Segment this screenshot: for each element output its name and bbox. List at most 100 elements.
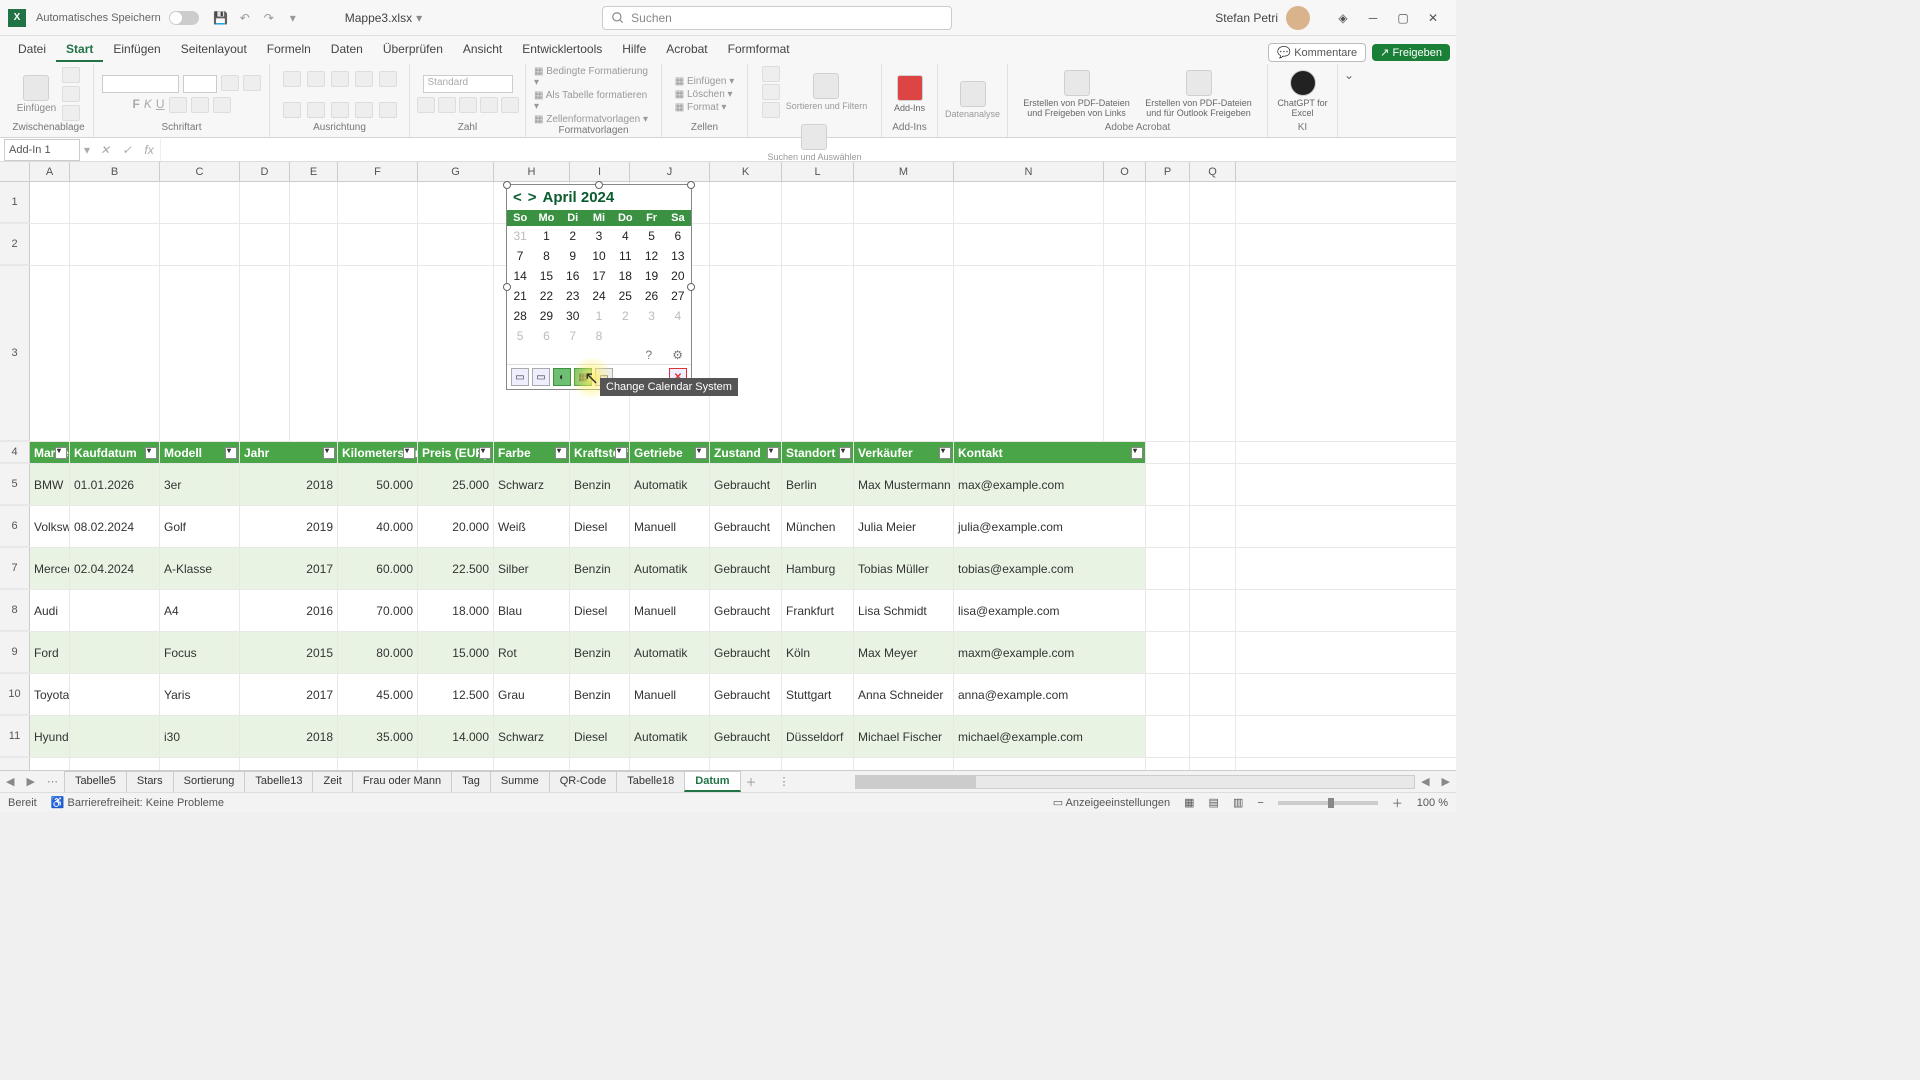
calendar-day[interactable]: 19 (638, 266, 664, 286)
delete-cells-button[interactable]: ▦ Löschen ▾ (675, 89, 733, 100)
table-cell[interactable]: Gebraucht (710, 506, 782, 547)
row-header[interactable]: 12 (0, 758, 30, 770)
search-input[interactable]: Suchen (602, 6, 952, 30)
table-cell[interactable]: Hyundai (30, 716, 70, 757)
cell[interactable] (1146, 506, 1190, 547)
table-cell[interactable]: Ford (30, 632, 70, 673)
calendar-day[interactable]: 12 (638, 246, 664, 266)
table-cell[interactable]: 2017 (240, 674, 338, 715)
table-cell[interactable]: Julia Meier (854, 506, 954, 547)
table-cell[interactable]: Golf (160, 506, 240, 547)
table-header-cell[interactable]: Kontakt (954, 442, 1146, 463)
cell[interactable] (418, 224, 494, 265)
filter-dropdown-icon[interactable] (145, 447, 157, 459)
table-cell[interactable]: Hamburg (782, 548, 854, 589)
calendar-settings-icon[interactable]: ⚙ (672, 348, 683, 362)
wrap-text-icon[interactable] (379, 71, 397, 87)
table-cell[interactable]: München (782, 506, 854, 547)
cell[interactable] (70, 224, 160, 265)
table-cell[interactable]: Stuttgart (782, 674, 854, 715)
table-cell[interactable]: 3er (160, 464, 240, 505)
table-cell[interactable]: 14.000 (418, 716, 494, 757)
table-cell[interactable]: Gebraucht (710, 716, 782, 757)
calendar-day[interactable]: 13 (665, 246, 691, 266)
cell[interactable] (338, 266, 418, 441)
table-cell[interactable]: Silber (494, 548, 570, 589)
tab-acrobat[interactable]: Acrobat (656, 38, 717, 62)
create-pdf-link-icon[interactable] (1064, 70, 1090, 96)
table-cell[interactable]: BMW (30, 464, 70, 505)
cell[interactable] (1190, 632, 1236, 673)
table-cell[interactable]: Blau (494, 590, 570, 631)
calendar-day[interactable]: 1 (586, 306, 612, 326)
horizontal-scrollbar[interactable] (855, 775, 1415, 789)
sheet-tab[interactable]: Sortierung (173, 771, 246, 792)
cell[interactable] (30, 182, 70, 223)
align-top-icon[interactable] (283, 71, 301, 87)
table-cell[interactable]: 9.500 (418, 758, 494, 770)
table-header-cell[interactable]: Verkäufer (854, 442, 954, 463)
filter-dropdown-icon[interactable] (479, 447, 491, 459)
filter-dropdown-icon[interactable] (1131, 447, 1143, 459)
calendar-day[interactable]: 31 (507, 226, 533, 246)
row-header[interactable]: 11 (0, 716, 30, 757)
tab-daten[interactable]: Daten (321, 38, 373, 62)
table-cell[interactable]: Diesel (570, 506, 630, 547)
table-cell[interactable]: Diesel (570, 590, 630, 631)
table-cell[interactable]: 25.000 (418, 464, 494, 505)
column-header[interactable]: Q (1190, 162, 1236, 181)
chatgpt-icon[interactable] (1290, 70, 1316, 96)
column-header[interactable]: P (1146, 162, 1190, 181)
table-cell[interactable] (70, 590, 160, 631)
tab-einfügen[interactable]: Einfügen (103, 38, 170, 62)
cell[interactable] (954, 266, 1104, 441)
calendar-day[interactable]: 2 (560, 226, 586, 246)
cell-styles-button[interactable]: ▦ Zellenformatvorlagen ▾ (534, 114, 648, 125)
table-cell[interactable] (70, 716, 160, 757)
view-page-break-icon[interactable]: ▥ (1233, 796, 1243, 809)
cell[interactable] (710, 182, 782, 223)
cell[interactable] (1190, 266, 1236, 441)
minimize-icon[interactable]: ─ (1358, 3, 1388, 33)
cell[interactable] (1146, 224, 1190, 265)
table-cell[interactable]: 50.000 (338, 464, 418, 505)
filter-dropdown-icon[interactable] (403, 447, 415, 459)
calendar-day[interactable]: 8 (586, 326, 612, 346)
table-cell[interactable]: 15.000 (418, 632, 494, 673)
undo-icon[interactable]: ↶ (235, 8, 255, 28)
table-cell[interactable]: Weiß (494, 506, 570, 547)
close-icon[interactable]: ✕ (1418, 3, 1448, 33)
table-cell[interactable]: Automatik (630, 716, 710, 757)
cell[interactable] (160, 182, 240, 223)
calendar-day[interactable]: 3 (638, 306, 664, 326)
align-right-icon[interactable] (331, 102, 349, 118)
calendar-day[interactable]: 28 (507, 306, 533, 326)
sheet-nav-prev-icon[interactable]: ◀ (0, 775, 20, 788)
cell[interactable] (1190, 506, 1236, 547)
table-header-cell[interactable]: Farbe (494, 442, 570, 463)
cell[interactable] (954, 182, 1104, 223)
table-cell[interactable]: Tobias Müller (854, 548, 954, 589)
filter-dropdown-icon[interactable] (323, 447, 335, 459)
calendar-day[interactable]: 7 (507, 246, 533, 266)
table-cell[interactable]: Michael Fischer (854, 716, 954, 757)
table-cell[interactable]: lisa@example.com (954, 590, 1146, 631)
table-cell[interactable]: Opel (30, 758, 70, 770)
calendar-day[interactable]: 17 (586, 266, 612, 286)
calendar-day[interactable]: 14 (507, 266, 533, 286)
tab-start[interactable]: Start (56, 38, 103, 62)
font-color-icon[interactable] (213, 97, 231, 113)
calendar-day[interactable]: 3 (586, 226, 612, 246)
calendar-day[interactable]: 15 (533, 266, 559, 286)
formula-input[interactable] (160, 139, 1456, 161)
calendar-tool-2-icon[interactable]: ▭ (532, 368, 550, 386)
table-cell[interactable]: 40.000 (338, 506, 418, 547)
column-header[interactable]: K (710, 162, 782, 181)
spreadsheet-grid[interactable]: ABCDEFGHIJKLMNOPQ 1234MarkeKaufdatumMode… (0, 162, 1456, 770)
table-cell[interactable]: 01.01.2026 (70, 464, 160, 505)
dec-decimal-icon[interactable] (501, 97, 519, 113)
column-header[interactable]: D (240, 162, 290, 181)
table-cell[interactable]: Benzin (570, 632, 630, 673)
cell[interactable] (160, 266, 240, 441)
share-button[interactable]: ↗ Freigeben (1372, 44, 1450, 61)
